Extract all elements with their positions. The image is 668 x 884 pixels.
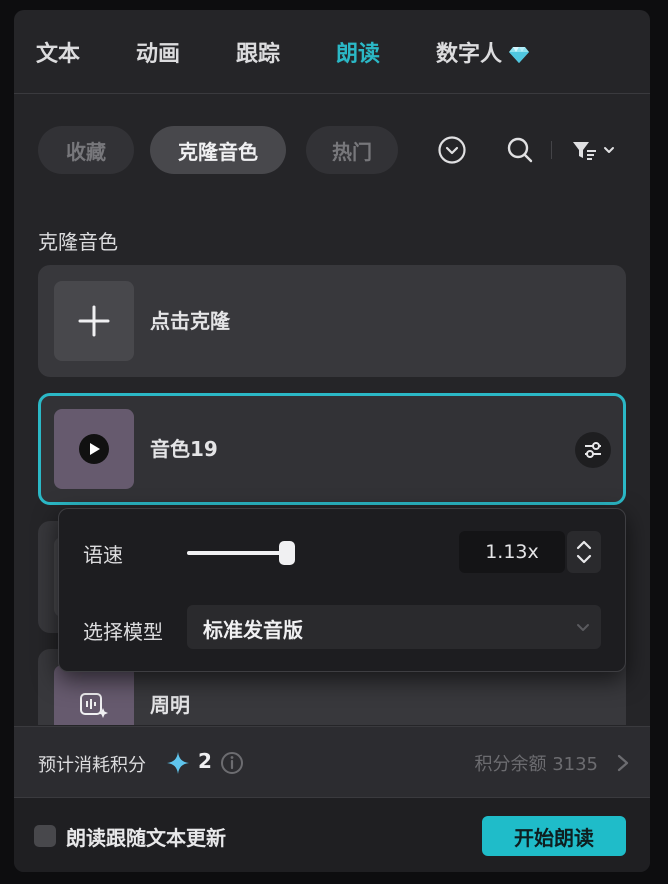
- follow-text-label: 朗读跟随文本更新: [66, 826, 226, 850]
- balance-value: 3135: [552, 754, 598, 775]
- clone-voice-label: 点击克隆: [150, 309, 230, 333]
- credits-balance[interactable]: 积分余额 3135: [474, 750, 598, 776]
- search-icon[interactable]: [504, 134, 536, 166]
- speed-label: 语速: [83, 543, 123, 567]
- model-select-value: 标准发音版: [203, 618, 303, 642]
- cost-bar: 预计消耗积分 2 积分余额 3135: [14, 726, 650, 798]
- filter-popular[interactable]: 热门: [306, 126, 398, 174]
- adjust-settings-icon[interactable]: [575, 432, 611, 468]
- speed-stepper[interactable]: [567, 531, 601, 573]
- voice-thumbnail: [54, 409, 134, 489]
- tab-digital-human-label: 数字人: [436, 42, 503, 67]
- start-reading-button[interactable]: 开始朗读: [482, 816, 626, 856]
- balance-label: 积分余额: [474, 754, 547, 775]
- estimated-cost-label: 预计消耗积分: [38, 755, 146, 776]
- tab-read-aloud[interactable]: 朗读: [336, 36, 380, 68]
- voice-card-19[interactable]: 音色19: [38, 393, 626, 505]
- stepper-icon: [576, 540, 592, 564]
- diamond-icon: [509, 47, 530, 63]
- model-label: 选择模型: [83, 620, 163, 644]
- filter-cloned-voices[interactable]: 克隆音色: [150, 126, 286, 174]
- voice-settings-popover: 语速 1.13x 选择模型 标准发音版: [58, 508, 626, 672]
- speed-slider-handle[interactable]: [279, 541, 295, 565]
- cost-amount: 2: [198, 749, 212, 773]
- chevron-down-icon: [577, 624, 589, 631]
- speed-value-input[interactable]: 1.13x: [459, 531, 565, 573]
- model-select[interactable]: 标准发音版: [187, 605, 601, 649]
- play-icon[interactable]: [79, 434, 109, 464]
- sparkle-icon: [167, 752, 189, 774]
- speed-slider-track[interactable]: [187, 551, 287, 555]
- toolbar-divider: [551, 141, 552, 159]
- tab-text[interactable]: 文本: [36, 36, 80, 68]
- info-icon[interactable]: [220, 751, 244, 775]
- voice-name-label: 周明: [150, 693, 190, 717]
- tab-animation[interactable]: 动画: [136, 36, 180, 68]
- filter-sort-icon[interactable]: [568, 134, 624, 166]
- tab-bar: 文本 动画 跟踪 朗读 数字人: [14, 10, 650, 94]
- plus-icon: [54, 281, 134, 361]
- tab-digital-human[interactable]: 数字人: [436, 36, 530, 68]
- follow-text-checkbox[interactable]: [34, 825, 56, 847]
- voice-clone-icon: [54, 665, 134, 725]
- bottom-bar: 朗读跟随文本更新 开始朗读: [14, 798, 650, 872]
- clone-voice-card[interactable]: 点击克隆: [38, 265, 626, 377]
- voice-name-label: 音色19: [150, 437, 218, 461]
- section-title: 克隆音色: [38, 230, 118, 254]
- voiceover-panel: 文本 动画 跟踪 朗读 数字人 收藏 克隆音色 热门 克隆音色 点击克隆 音色1…: [14, 10, 650, 872]
- chevron-right-icon[interactable]: [616, 753, 630, 773]
- filter-favorites[interactable]: 收藏: [38, 126, 134, 174]
- chevron-down-circle-icon[interactable]: [436, 134, 468, 166]
- tab-tracking[interactable]: 跟踪: [236, 36, 280, 68]
